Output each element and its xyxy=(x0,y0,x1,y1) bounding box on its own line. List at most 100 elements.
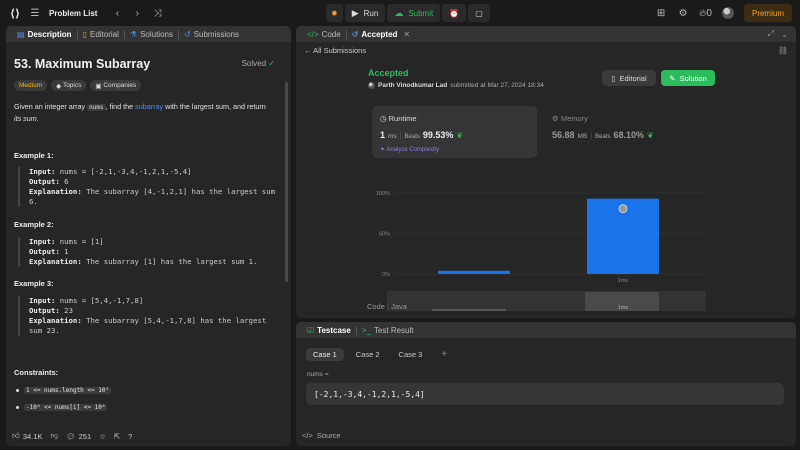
run-button[interactable]: ▶ Run xyxy=(344,4,386,22)
leaf-icon: ❦ xyxy=(456,131,464,140)
prev-problem-icon[interactable]: ‹ xyxy=(111,8,123,19)
play-icon: ▶ xyxy=(351,7,359,18)
example-3-title: Example 3: xyxy=(14,279,54,288)
chart-brush-mini-bar xyxy=(432,309,506,311)
case-tabs: Case 1 Case 2 Case 3 + xyxy=(306,348,454,361)
star-icon[interactable]: ☆ xyxy=(99,432,106,441)
dislike-button[interactable]: 👎︎ xyxy=(50,431,58,441)
fire-icon[interactable]: 🔥︎ 0 xyxy=(699,8,712,19)
share-icon[interactable]: ⇱ xyxy=(114,432,120,441)
y-tick-label: 50% xyxy=(379,232,390,238)
case-3-tab[interactable]: Case 3 xyxy=(392,348,430,361)
avatar[interactable] xyxy=(721,7,734,19)
case-1-tab[interactable]: Case 1 xyxy=(306,348,344,361)
bug-icon: ✹ xyxy=(331,8,338,18)
premium-button[interactable]: Premium xyxy=(743,4,792,22)
tab-description[interactable]: ▤ Description xyxy=(12,26,77,42)
edit-icon: ✎ xyxy=(669,73,676,83)
brush-tick-label: 1ms xyxy=(618,305,629,311)
x-tick-label: 1ms xyxy=(618,278,629,284)
top-bar-left: ⟨⟩ ☰ Problem List ‹ › ⤨ xyxy=(10,0,163,26)
top-bar-actions: ✹ ▶ Run ☁ Submit ⏰ ▢ xyxy=(326,4,490,22)
maximize-icon[interactable]: ⤢ xyxy=(768,29,774,39)
notes-button[interactable]: ▢ xyxy=(468,4,490,22)
source-button[interactable]: </> Source xyxy=(302,431,341,440)
code-icon: </> xyxy=(302,431,313,440)
solved-badge: Solved ✓ xyxy=(241,59,275,68)
checkbox-icon: ☑ xyxy=(307,325,315,335)
timer-button[interactable]: ⏰ xyxy=(442,4,467,22)
tab-editorial[interactable]: ▯ Editorial xyxy=(78,26,124,42)
link-icon[interactable]: ⛓ xyxy=(778,46,788,55)
submission-tab-bar: </> Code ↺ Accepted ✕ ⤢ ⌄ xyxy=(296,26,796,42)
comment-icon: 💬︎ xyxy=(66,431,76,441)
layout-icon[interactable]: ⊞ xyxy=(655,8,667,19)
user-marker-icon xyxy=(618,204,628,214)
top-bar: ⟨⟩ ☰ Problem List ‹ › ⤨ ✹ ▶ Run ☁ Submit ⏰… xyxy=(0,0,800,26)
example-3-box: Input: nums = [5,4,-1,7,8] Output: 23 Ex… xyxy=(18,296,280,336)
case-2-tab[interactable]: Case 2 xyxy=(349,348,387,361)
y-tick-label: 100% xyxy=(376,191,390,197)
memory-card[interactable]: ⚙ Memory 56.88 MB | Beats 68.10% ❦ xyxy=(546,106,711,158)
tab-accepted[interactable]: ↺ Accepted ✕ xyxy=(347,26,415,42)
tab-test-result[interactable]: >_ Test Result xyxy=(357,322,419,338)
companies-tag[interactable]: ▣ Companies xyxy=(90,80,142,91)
problem-title[interactable]: 53. Maximum Subarray xyxy=(14,57,150,71)
next-problem-icon[interactable]: › xyxy=(131,8,143,19)
editorial-button[interactable]: ▯ Editorial xyxy=(602,70,656,86)
book-icon: ▯ xyxy=(82,29,87,39)
history-icon: ↺ xyxy=(183,29,191,39)
submit-button[interactable]: ☁ Submit xyxy=(387,4,441,22)
tab-code[interactable]: </> Code xyxy=(302,26,346,42)
debug-button[interactable]: ✹ xyxy=(326,4,343,22)
top-bar-right: ⊞ ⚙ 🔥︎ 0 Premium xyxy=(655,4,792,22)
submission-status: Accepted xyxy=(368,68,409,78)
problem-list-icon[interactable]: ☰ xyxy=(29,8,41,19)
nums-input[interactable]: [-2,1,-3,4,-1,2,1,-5,4] xyxy=(306,383,784,405)
submission-panel: </> Code ↺ Accepted ✕ ⤢ ⌄ ← All Submissions… xyxy=(296,26,796,318)
analyze-complexity-link[interactable]: ✦ Analyze Complexity xyxy=(380,146,439,153)
testcase-tab-bar: ☑ Testcase >_ Test Result xyxy=(296,322,796,338)
shuffle-icon[interactable]: ⤨ xyxy=(151,8,163,19)
topics-tag[interactable]: ◆ Topics xyxy=(51,80,87,91)
constraints-title: Constraints: xyxy=(14,368,59,377)
chip-icon: ⚙ xyxy=(552,114,559,123)
constraint-item: -10⁴ <= nums[i] <= 10⁴ xyxy=(16,404,108,411)
runtime-distribution-chart: 100% 50% 0% 1ms 1ms xyxy=(376,191,706,311)
check-circle-icon: ✓ xyxy=(268,59,275,68)
constraint-item: 1 <= nums.length <= 10⁵ xyxy=(16,387,112,394)
left-tab-bar: ▤ Description ▯ Editorial ⚗ Solutions ↺ Subm… xyxy=(6,26,291,42)
difficulty-tag: Medium xyxy=(14,80,48,91)
runtime-card[interactable]: ◷ Runtime 1 ms | Beats 99.53% ❦ ✦ Analyz… xyxy=(372,106,537,158)
tab-submissions[interactable]: ↺ Submissions xyxy=(179,26,244,42)
help-icon[interactable]: ? xyxy=(128,432,132,441)
subarray-link[interactable]: subarray xyxy=(135,102,163,111)
solution-button[interactable]: ✎ Solution xyxy=(661,70,715,86)
runtime-label: ◷ Runtime xyxy=(380,114,417,123)
tab-testcase[interactable]: ☑ Testcase xyxy=(302,322,356,338)
close-icon[interactable]: ✕ xyxy=(403,30,410,39)
leetcode-logo-icon[interactable]: ⟨⟩ xyxy=(10,7,21,20)
chart-bar xyxy=(438,270,510,274)
tab-solutions[interactable]: ⚗ Solutions xyxy=(125,26,178,42)
memory-value: 56.88 MB | Beats 68.10% ❦ xyxy=(552,130,654,140)
thumbs-up-icon: 👍︎ xyxy=(12,431,20,440)
add-case-button[interactable]: + xyxy=(434,348,454,361)
user-name[interactable]: Parth Vinodkumar Lad xyxy=(378,82,447,89)
sparkle-icon: ✦ xyxy=(380,147,386,153)
gear-icon[interactable]: ⚙ xyxy=(677,8,689,19)
note-icon: ▢ xyxy=(475,8,483,18)
description-scrollbar[interactable] xyxy=(285,82,288,282)
comments-button[interactable]: 💬︎ 251 xyxy=(66,432,91,441)
description-panel: ▤ Description ▯ Editorial ⚗ Solutions ↺ Subm… xyxy=(6,26,291,446)
terminal-icon: >_ xyxy=(361,325,371,335)
problem-list-link[interactable]: Problem List xyxy=(49,9,97,18)
all-submissions-link[interactable]: ← All Submissions xyxy=(304,46,366,55)
user-avatar[interactable] xyxy=(368,82,375,89)
memory-label: ⚙ Memory xyxy=(552,114,588,123)
chevron-down-icon[interactable]: ⌄ xyxy=(781,30,788,39)
like-button[interactable]: 👍︎ 34.1K xyxy=(12,431,42,441)
lock-icon: ▣ xyxy=(95,82,102,90)
alarm-icon: ⏰ xyxy=(449,8,460,18)
document-icon: ▤ xyxy=(17,29,25,39)
